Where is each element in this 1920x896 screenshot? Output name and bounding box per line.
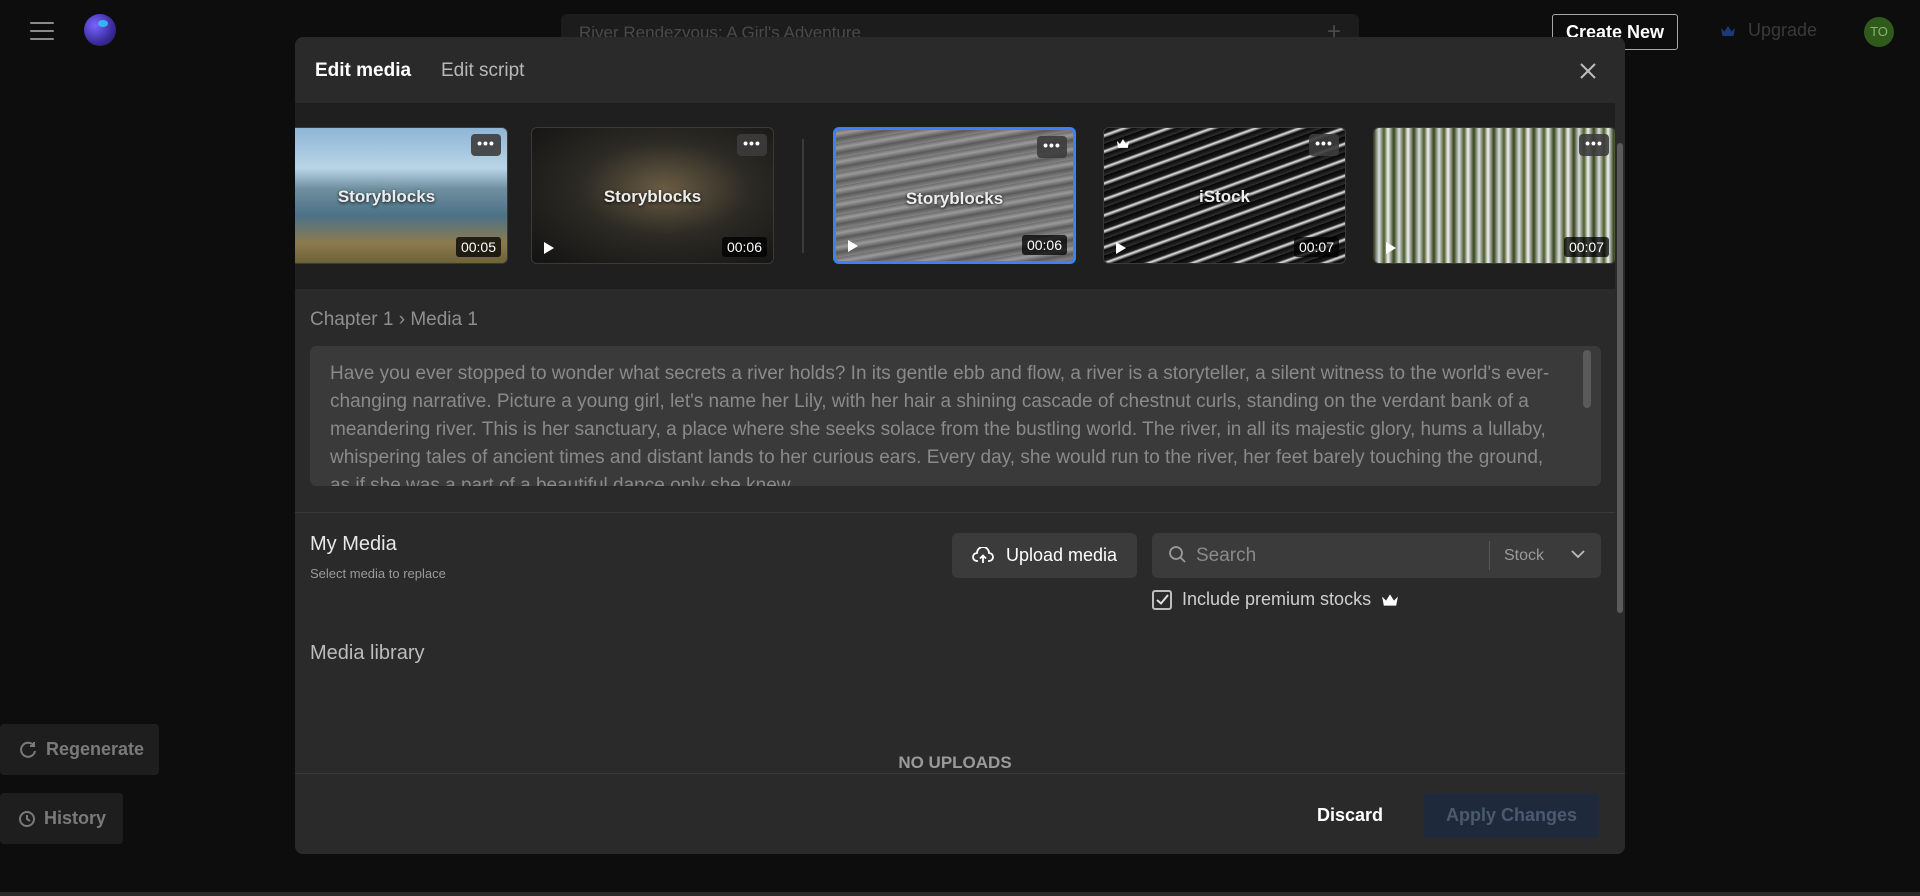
media-thumbnail[interactable]: Storyblocks ••• 00:05 — [295, 127, 508, 264]
more-icon[interactable]: ••• — [471, 134, 501, 156]
source-filter-value: Stock — [1504, 547, 1545, 564]
menu-icon[interactable] — [30, 22, 54, 42]
modal-scrollbar[interactable] — [1615, 103, 1625, 773]
clock-icon — [19, 810, 35, 827]
regenerate-button[interactable]: Regenerate — [0, 724, 159, 775]
search-input[interactable] — [1196, 533, 1476, 578]
logo-icon[interactable] — [84, 14, 116, 46]
thumbnail-duration: 00:05 — [455, 237, 501, 257]
more-icon[interactable]: ••• — [1309, 134, 1339, 156]
crown-icon — [1721, 25, 1735, 36]
play-icon[interactable] — [1116, 242, 1126, 254]
script-scrollbar[interactable] — [1583, 350, 1591, 408]
close-icon[interactable] — [1578, 61, 1598, 81]
upload-cloud-icon — [972, 546, 994, 563]
source-filter-select[interactable]: Stock — [1504, 533, 1601, 578]
upgrade-button[interactable]: Upgrade — [1720, 20, 1817, 41]
media-thumbnail-selected[interactable]: Storyblocks ••• 00:06 — [833, 127, 1076, 264]
script-text: Have you ever stopped to wonder what sec… — [330, 363, 1550, 486]
breadcrumb: Chapter 1 › Media 1 — [310, 309, 478, 330]
thumbnail-duration: 00:06 — [1021, 235, 1067, 255]
thumbnail-source: Storyblocks — [337, 187, 436, 206]
modal-header: Edit media Edit script — [295, 37, 1625, 103]
crown-icon — [1116, 139, 1130, 148]
empty-state-text: NO UPLOADS — [898, 753, 1012, 772]
more-icon[interactable]: ••• — [1579, 134, 1609, 156]
search-bar: Stock — [1152, 533, 1601, 578]
media-thumbnail[interactable]: iStock ••• 00:07 — [1103, 127, 1346, 264]
play-icon[interactable] — [544, 242, 554, 254]
include-premium-checkbox[interactable] — [1152, 589, 1172, 610]
thumbnail-duration: 00:07 — [1293, 237, 1339, 257]
page-bottom-border — [0, 892, 1920, 896]
thumbnail-duration: 00:06 — [721, 237, 767, 257]
upgrade-label: Upgrade — [1748, 20, 1818, 40]
apply-changes-button[interactable]: Apply Changes — [1424, 793, 1599, 838]
history-label: History — [44, 808, 107, 828]
check-icon — [1155, 594, 1169, 605]
regenerate-label: Regenerate — [46, 739, 145, 759]
thumbnail-duration: 00:07 — [1563, 237, 1609, 257]
my-media-subtitle: Select media to replace — [310, 566, 446, 581]
include-premium-row: Include premium stocks — [1152, 589, 1399, 610]
edit-media-modal: Edit media Edit script Storyblocks ••• 0… — [295, 37, 1625, 854]
script-text-area[interactable]: Have you ever stopped to wonder what sec… — [310, 346, 1601, 486]
media-thumbnail[interactable]: ••• 00:07 — [1373, 127, 1615, 264]
search-icon — [1169, 546, 1186, 563]
thumbnail-source: iStock — [1198, 187, 1251, 206]
refresh-icon — [20, 741, 36, 758]
history-button[interactable]: History — [0, 793, 123, 844]
discard-button[interactable]: Discard — [1295, 793, 1405, 838]
play-icon[interactable] — [1386, 242, 1396, 254]
media-thumbnail[interactable]: Storyblocks ••• 00:06 — [531, 127, 774, 264]
more-icon[interactable]: ••• — [737, 134, 767, 156]
play-icon[interactable] — [848, 240, 858, 252]
more-icon[interactable]: ••• — [1037, 136, 1067, 158]
search-separator — [1489, 541, 1490, 570]
thumbnail-source: Storyblocks — [603, 187, 702, 206]
upload-media-label: Upload media — [1005, 545, 1118, 565]
tab-edit-script[interactable]: Edit script — [441, 60, 524, 82]
chevron-down-icon — [1571, 550, 1585, 559]
section-divider — [295, 512, 1615, 513]
avatar[interactable]: TO — [1864, 17, 1894, 47]
crown-icon — [1382, 593, 1398, 606]
strip-divider — [802, 139, 804, 253]
tab-edit-media[interactable]: Edit media — [315, 60, 411, 82]
media-strip: Storyblocks ••• 00:05 Storyblocks ••• 00… — [295, 103, 1615, 289]
modal-footer: Discard Apply Changes — [295, 773, 1625, 854]
upload-media-button[interactable]: Upload media — [952, 533, 1137, 578]
modal-scrollbar-thumb[interactable] — [1617, 143, 1623, 613]
thumbnail-source: Storyblocks — [905, 189, 1004, 208]
my-media-title: My Media — [310, 533, 397, 555]
include-premium-label: Include premium stocks — [1182, 589, 1372, 609]
media-library-title: Media library — [310, 642, 425, 664]
